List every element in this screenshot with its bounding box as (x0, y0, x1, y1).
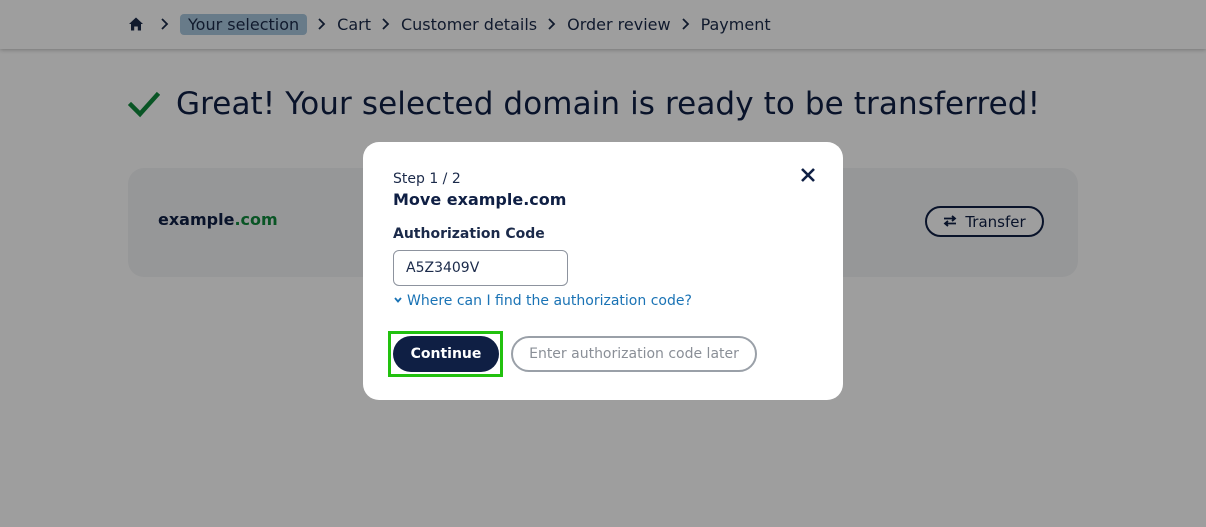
auth-code-label: Authorization Code (393, 226, 545, 242)
modal-title: Move example.com (393, 190, 567, 209)
transfer-modal: Step 1 / 2 Move example.com Authorizatio… (363, 142, 843, 400)
help-link-label: Where can I find the authorization code? (407, 293, 692, 309)
continue-button[interactable]: Continue (393, 336, 499, 372)
auth-code-input[interactable] (393, 250, 568, 286)
step-indicator: Step 1 / 2 (393, 171, 461, 187)
auth-code-help-link[interactable]: Where can I find the authorization code? (393, 293, 692, 309)
close-icon[interactable] (799, 166, 817, 184)
enter-code-later-button[interactable]: Enter authorization code later (511, 336, 757, 372)
chevron-down-icon (393, 293, 403, 309)
